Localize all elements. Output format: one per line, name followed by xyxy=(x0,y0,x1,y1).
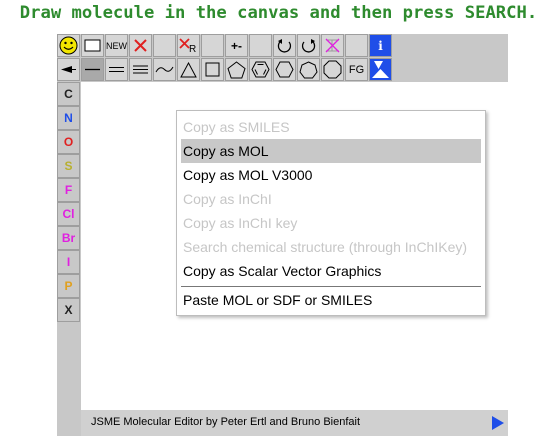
element-i-label: I xyxy=(66,255,71,269)
page-heading: Draw molecule in the canvas and then pre… xyxy=(19,3,538,23)
empty-slot-3 xyxy=(249,34,272,57)
element-p-button[interactable]: P xyxy=(57,274,80,298)
menu-item-copy-mol-v3000[interactable]: Copy as MOL V3000 xyxy=(181,163,481,187)
info-button[interactable]: i xyxy=(369,34,392,57)
empty-slot-1 xyxy=(153,34,176,57)
chain-button[interactable] xyxy=(153,58,176,81)
delete-button[interactable] xyxy=(129,34,152,57)
menu-item-copy-mol[interactable]: Copy as MOL xyxy=(181,139,481,163)
element-c-label: C xyxy=(64,87,73,101)
menu-item-paste[interactable]: Paste MOL or SDF or SMILES xyxy=(181,288,481,312)
menu-item-copy-inchi: Copy as InChI xyxy=(183,191,272,207)
element-cl-label: Cl xyxy=(62,207,75,221)
ring3-button[interactable] xyxy=(177,58,200,81)
svg-text:R: R xyxy=(189,44,196,53)
ring7-button[interactable] xyxy=(297,58,320,81)
undo-button[interactable] xyxy=(273,34,296,57)
ring6-button[interactable] xyxy=(273,58,296,81)
element-o-button[interactable]: O xyxy=(57,130,80,154)
element-x-button[interactable]: X xyxy=(57,298,80,322)
triple-bond-button[interactable] xyxy=(129,58,152,81)
menu-item-copy-smiles: Copy as SMILES xyxy=(183,119,290,135)
menu-item-copy-svg[interactable]: Copy as Scalar Vector Graphics xyxy=(181,259,481,283)
element-br-label: Br xyxy=(61,231,76,245)
double-bond-button[interactable] xyxy=(105,58,128,81)
menu-item-search-structure: Search chemical structure (through InChI… xyxy=(183,239,468,255)
octagon-ring-icon xyxy=(323,60,342,79)
stereo-bond-button[interactable] xyxy=(57,58,80,81)
benzene-ring-icon xyxy=(251,61,270,78)
element-palette: C N O S F Cl Br I P X xyxy=(57,82,81,410)
element-br-button[interactable]: Br xyxy=(57,226,80,250)
reaction-clear-button[interactable] xyxy=(321,34,344,57)
play-arrow-icon[interactable] xyxy=(492,416,504,430)
heptagon-ring-icon xyxy=(299,60,318,78)
status-credit-text: JSME Molecular Editor by Peter Ertl and … xyxy=(91,416,361,428)
select-frame-button[interactable] xyxy=(81,34,104,57)
status-bar: JSME Molecular Editor by Peter Ertl and … xyxy=(81,410,508,436)
single-bond-button[interactable] xyxy=(81,58,104,81)
ring5-button[interactable] xyxy=(225,58,248,81)
delete-r-group-icon: R xyxy=(179,38,196,53)
undo-icon xyxy=(277,39,292,53)
element-n-button[interactable]: N xyxy=(57,106,80,130)
triple-bond-icon xyxy=(133,65,148,74)
element-s-button[interactable]: S xyxy=(57,154,80,178)
hexagon-ring-icon xyxy=(275,61,294,78)
crossed-reaction-icon xyxy=(325,38,340,53)
element-o-label: O xyxy=(63,135,74,149)
square-ring-icon xyxy=(205,62,220,77)
smiley-icon xyxy=(59,36,78,55)
empty-slot-2 xyxy=(201,34,224,57)
double-bond-icon xyxy=(109,67,124,72)
element-i-button[interactable]: I xyxy=(57,250,80,274)
single-bond-icon xyxy=(85,68,100,71)
redo-icon xyxy=(301,39,316,53)
element-s-label: S xyxy=(64,159,73,173)
empty-slot-4 xyxy=(345,34,368,57)
chain-icon xyxy=(155,66,174,73)
pentagon-ring-icon xyxy=(227,60,246,78)
context-menu: Copy as SMILES Copy as MOL Copy as MOL V… xyxy=(176,110,486,316)
triangle-ring-icon xyxy=(180,61,197,77)
triangle-up-down-icon xyxy=(372,61,389,78)
smiley-button[interactable] xyxy=(57,34,80,57)
element-c-button[interactable]: C xyxy=(57,82,80,106)
ring4-button[interactable] xyxy=(201,58,224,81)
element-f-button[interactable]: F xyxy=(57,178,80,202)
element-f-label: F xyxy=(64,183,73,197)
element-p-label: P xyxy=(64,279,73,293)
element-x-label: X xyxy=(64,303,73,317)
element-cl-button[interactable]: Cl xyxy=(57,202,80,226)
benzene-button[interactable] xyxy=(249,58,272,81)
functional-group-button[interactable]: FG xyxy=(345,58,368,81)
delete-group-button[interactable]: R xyxy=(177,34,200,57)
rectangle-frame-icon xyxy=(84,39,101,52)
redo-button[interactable] xyxy=(297,34,320,57)
new-button[interactable]: NEW xyxy=(105,34,128,57)
ring8-button[interactable] xyxy=(321,58,344,81)
charge-button[interactable]: +- xyxy=(225,34,248,57)
delete-x-icon xyxy=(134,39,147,52)
template-button[interactable] xyxy=(369,58,392,81)
element-n-label: N xyxy=(64,111,73,125)
menu-item-copy-inchi-key: Copy as InChI key xyxy=(183,215,298,231)
menu-separator xyxy=(181,286,481,287)
wedge-bond-icon xyxy=(61,66,76,73)
